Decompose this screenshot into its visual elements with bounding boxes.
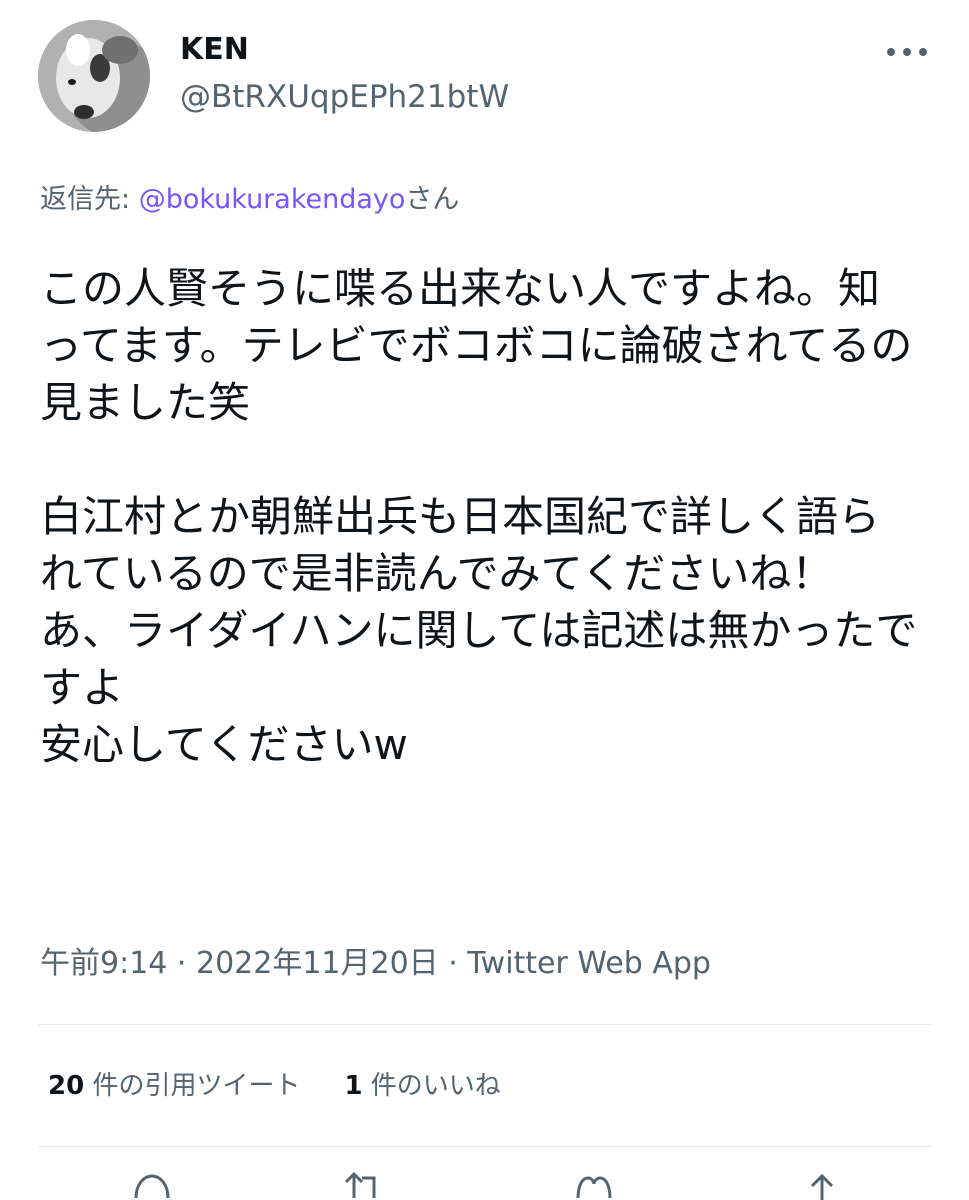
reply-to-line: 返信先: @bokukurakendayoさん (40, 180, 459, 220)
like-icon (576, 1176, 612, 1199)
reply-button[interactable] (130, 1168, 174, 1200)
quote-tweets-label: 件の引用ツイート (84, 1071, 301, 1101)
divider-bottom (38, 1146, 931, 1147)
share-icon (810, 1173, 834, 1200)
retweet-button[interactable] (342, 1168, 386, 1200)
like-button[interactable] (572, 1168, 616, 1200)
tweet-source[interactable]: Twitter Web App (467, 946, 711, 981)
reply-to-suffix: さん (405, 184, 460, 215)
share-button[interactable] (800, 1168, 844, 1200)
reply-to-prefix: 返信先: (40, 184, 139, 215)
action-bar (38, 1168, 931, 1200)
tweet-text: この人賢そうに喋る出来ない人ですよね。知ってます。テレビでボコボコに論破されてる… (40, 264, 918, 769)
tweet-meta: 午前9:14 · 2022年11月20日 · Twitter Web App (40, 944, 711, 984)
quote-tweets-stat[interactable]: 20 件の引用ツイート (48, 1067, 300, 1105)
display-name[interactable]: KEN (180, 32, 249, 68)
more-options-button[interactable] (883, 44, 931, 60)
likes-stat[interactable]: 1 件のいいね (344, 1067, 500, 1105)
reply-to-handle-link[interactable]: @bokukurakendayo (139, 184, 406, 215)
meta-separator-1: · (167, 946, 196, 981)
reply-icon (134, 1174, 170, 1199)
avatar[interactable] (38, 20, 150, 132)
tweet-header: KEN @BtRXUqpEPh21btW (38, 20, 931, 132)
more-icon (887, 48, 927, 56)
likes-label: 件のいいね (362, 1071, 501, 1101)
likes-count: 1 (344, 1071, 363, 1101)
tweet-date[interactable]: 2022年11月20日 (196, 946, 439, 981)
meta-separator-2: · (438, 946, 468, 981)
retweet-icon (344, 1171, 376, 1198)
tweet-stats: 20 件の引用ツイート 1 件のいいね (48, 1067, 545, 1105)
divider-top (38, 1024, 931, 1025)
tweet-time[interactable]: 午前9:14 (40, 946, 167, 981)
quote-tweets-count: 20 (48, 1071, 85, 1101)
avatar-image (38, 20, 150, 132)
user-handle[interactable]: @BtRXUqpEPh21btW (180, 78, 509, 116)
